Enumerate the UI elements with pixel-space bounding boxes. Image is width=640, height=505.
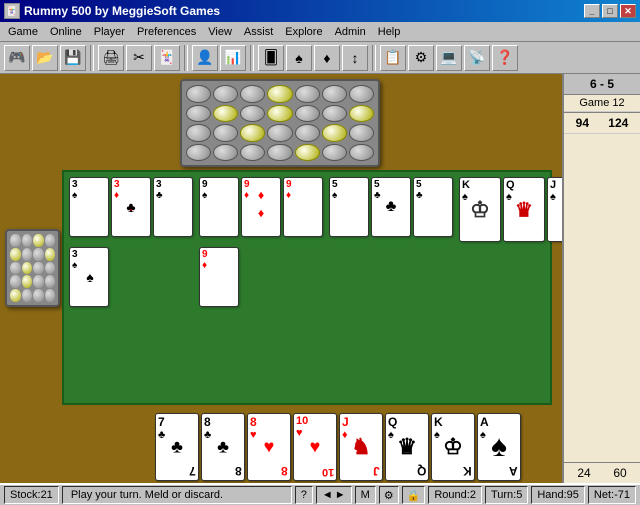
toolbar-stats[interactable]: 📊 <box>220 45 246 71</box>
meld-card[interactable]: 9♦ <box>199 247 239 307</box>
player1-score: 94 <box>576 116 589 130</box>
player2-score: 124 <box>608 116 628 130</box>
help-cell[interactable]: ? <box>295 486 313 504</box>
meld-group-1: 3♠ ♠ 3♦ ♦ 3♣ ♣ <box>69 177 193 237</box>
lock-icon[interactable]: 🔒 <box>402 486 426 504</box>
left-card-back <box>5 229 60 307</box>
toolbar-sort[interactable]: ↕ <box>342 45 368 71</box>
menu-view[interactable]: View <box>202 22 238 41</box>
app-title: Rummy 500 by MeggieSoft Games <box>24 4 220 18</box>
turn-cell: Turn:5 <box>485 486 528 504</box>
meld-card[interactable]: 3♣ ♣ <box>153 177 193 237</box>
toolbar: 🎮 📂 💾 🖨 ✂ 🃏 👤 📊 🂠 ♠ ♦ ↕ 📋 ⚙ 💻 📡 ❓ <box>0 42 640 74</box>
score-spacer <box>564 134 640 462</box>
maximize-button[interactable]: □ <box>602 4 618 18</box>
toolbar-sep3 <box>250 45 254 71</box>
meld-group-4: K♠ ♔ Q♠ ♛ J♠ ♞ J♦ ♞ <box>459 177 562 242</box>
menu-assist[interactable]: Assist <box>238 22 279 41</box>
game-label: Game 12 <box>564 95 640 112</box>
meld-card[interactable]: 9♦ ♦ ♦ <box>283 177 323 237</box>
player-card-10h[interactable]: 10 ♥ ♥ 10 <box>293 413 337 481</box>
net-cell: Net:-71 <box>588 486 636 504</box>
menu-help[interactable]: Help <box>372 22 407 41</box>
minimize-button[interactable]: _ <box>584 4 600 18</box>
player-card-8h[interactable]: 8 ♥ ♥ 8 <box>247 413 291 481</box>
menu-preferences[interactable]: Preferences <box>131 22 202 41</box>
meld-group-2: 9♠ 9♦ ♦ ♦ 9♦ ♦ ♦ <box>199 177 323 237</box>
player-card-ks[interactable]: K ♠ ♔ K <box>431 413 475 481</box>
opp-card-back-main <box>180 79 380 167</box>
round-cell: Round:2 <box>428 486 482 504</box>
meld-icon[interactable]: M <box>355 486 376 504</box>
toolbar-b1[interactable]: 📋 <box>380 45 406 71</box>
meld-card-j[interactable]: J♠ ♞ <box>547 177 562 242</box>
stock-count: Stock:21 <box>4 486 59 504</box>
toolbar-b4[interactable]: 📡 <box>464 45 490 71</box>
player1-bottom-score: 24 <box>577 466 590 480</box>
toolbar-meld[interactable]: ♠ <box>286 45 312 71</box>
left-arrow[interactable]: ◄ <box>322 489 333 501</box>
score-panel: 6 - 5 Game 12 94 124 24 60 <box>562 74 640 483</box>
game-area: 2♦ 2♦ 2♥ 2♥ ♥ 3♠ ♠ 3♦ ♦ 3♣ ♣ <box>0 74 640 483</box>
close-button[interactable]: ✕ <box>620 4 636 18</box>
menu-online[interactable]: Online <box>44 22 88 41</box>
menu-bar: Game Online Player Preferences View Assi… <box>0 22 640 42</box>
toolbar-save[interactable]: 💾 <box>60 45 86 71</box>
title-bar: 🃏 Rummy 500 by MeggieSoft Games _ □ ✕ <box>0 0 640 22</box>
player-card-7c[interactable]: 7 ♣ ♣ 7 <box>155 413 199 481</box>
score-header-label: 6 - 5 <box>564 74 640 95</box>
score-bottom-row: 24 60 <box>564 462 640 483</box>
meld-card[interactable]: 3♠ ♠ <box>69 177 109 237</box>
player-card-as[interactable]: A ♠ ♠ A <box>477 413 521 481</box>
menu-explore[interactable]: Explore <box>279 22 328 41</box>
meld-card[interactable]: 3♠ ♠ <box>69 247 109 307</box>
menu-player[interactable]: Player <box>88 22 131 41</box>
toolbar-sep1 <box>90 45 94 71</box>
meld-card[interactable]: 5♠ <box>329 177 369 237</box>
settings-icon[interactable]: ⚙ <box>379 486 399 504</box>
opponent-hand-area <box>175 79 385 169</box>
meld-row2-1: 3♠ ♠ <box>69 247 111 307</box>
menu-game[interactable]: Game <box>2 22 44 41</box>
player-card-jd[interactable]: J ♦ ♞ J <box>339 413 383 481</box>
app-icon: 🃏 <box>4 3 20 19</box>
toolbar-discard[interactable]: ♦ <box>314 45 340 71</box>
felt-area: 3♠ ♠ 3♦ ♦ 3♣ ♣ 9♠ 9♦ ♦ <box>62 170 552 405</box>
meld-card[interactable]: 5♣ ♣ <box>413 177 453 237</box>
toolbar-open[interactable]: 📂 <box>32 45 58 71</box>
toolbar-cards[interactable]: 🂠 <box>258 45 284 71</box>
toolbar-sep2 <box>184 45 188 71</box>
toolbar-cut[interactable]: ✂ <box>126 45 152 71</box>
meld-card[interactable]: 9♠ <box>199 177 239 237</box>
player2-bottom-score: 60 <box>613 466 626 480</box>
toolbar-b3[interactable]: 💻 <box>436 45 462 71</box>
game-table: 2♦ 2♦ 2♥ 2♥ ♥ 3♠ ♠ 3♦ ♦ 3♣ ♣ <box>0 74 562 483</box>
toolbar-print[interactable]: 🖨 <box>98 45 124 71</box>
hand-cell: Hand:95 <box>531 486 585 504</box>
meld-group-3: 5♠ 5♣ ♣ 5♣ ♣ <box>329 177 453 237</box>
nav-arrows[interactable]: ◄ ► <box>316 486 352 504</box>
menu-admin[interactable]: Admin <box>329 22 372 41</box>
message-cell: Play your turn. Meld or discard. <box>62 486 292 504</box>
meld-card-k[interactable]: K♠ ♔ <box>459 177 501 242</box>
window-controls: _ □ ✕ <box>584 4 636 18</box>
player-hand: 7 ♣ ♣ 7 8 ♣ ♣ 8 8 ♥ ♥ 8 10 ♥ <box>155 413 521 481</box>
player-card-qs[interactable]: Q ♠ ♛ Q <box>385 413 429 481</box>
toolbar-b5[interactable]: ❓ <box>492 45 518 71</box>
right-arrow[interactable]: ► <box>335 489 346 501</box>
toolbar-deal[interactable]: 🃏 <box>154 45 180 71</box>
score-values-row: 94 124 <box>564 113 640 134</box>
status-bar: Stock:21 Play your turn. Meld or discard… <box>0 483 640 505</box>
toolbar-sep4 <box>372 45 376 71</box>
meld-card-q[interactable]: Q♠ ♛ <box>503 177 545 242</box>
toolbar-new[interactable]: 🎮 <box>4 45 30 71</box>
toolbar-b2[interactable]: ⚙ <box>408 45 434 71</box>
meld-row2-2: 9♦ <box>199 247 239 307</box>
toolbar-player[interactable]: 👤 <box>192 45 218 71</box>
player-card-8c[interactable]: 8 ♣ ♣ 8 <box>201 413 245 481</box>
